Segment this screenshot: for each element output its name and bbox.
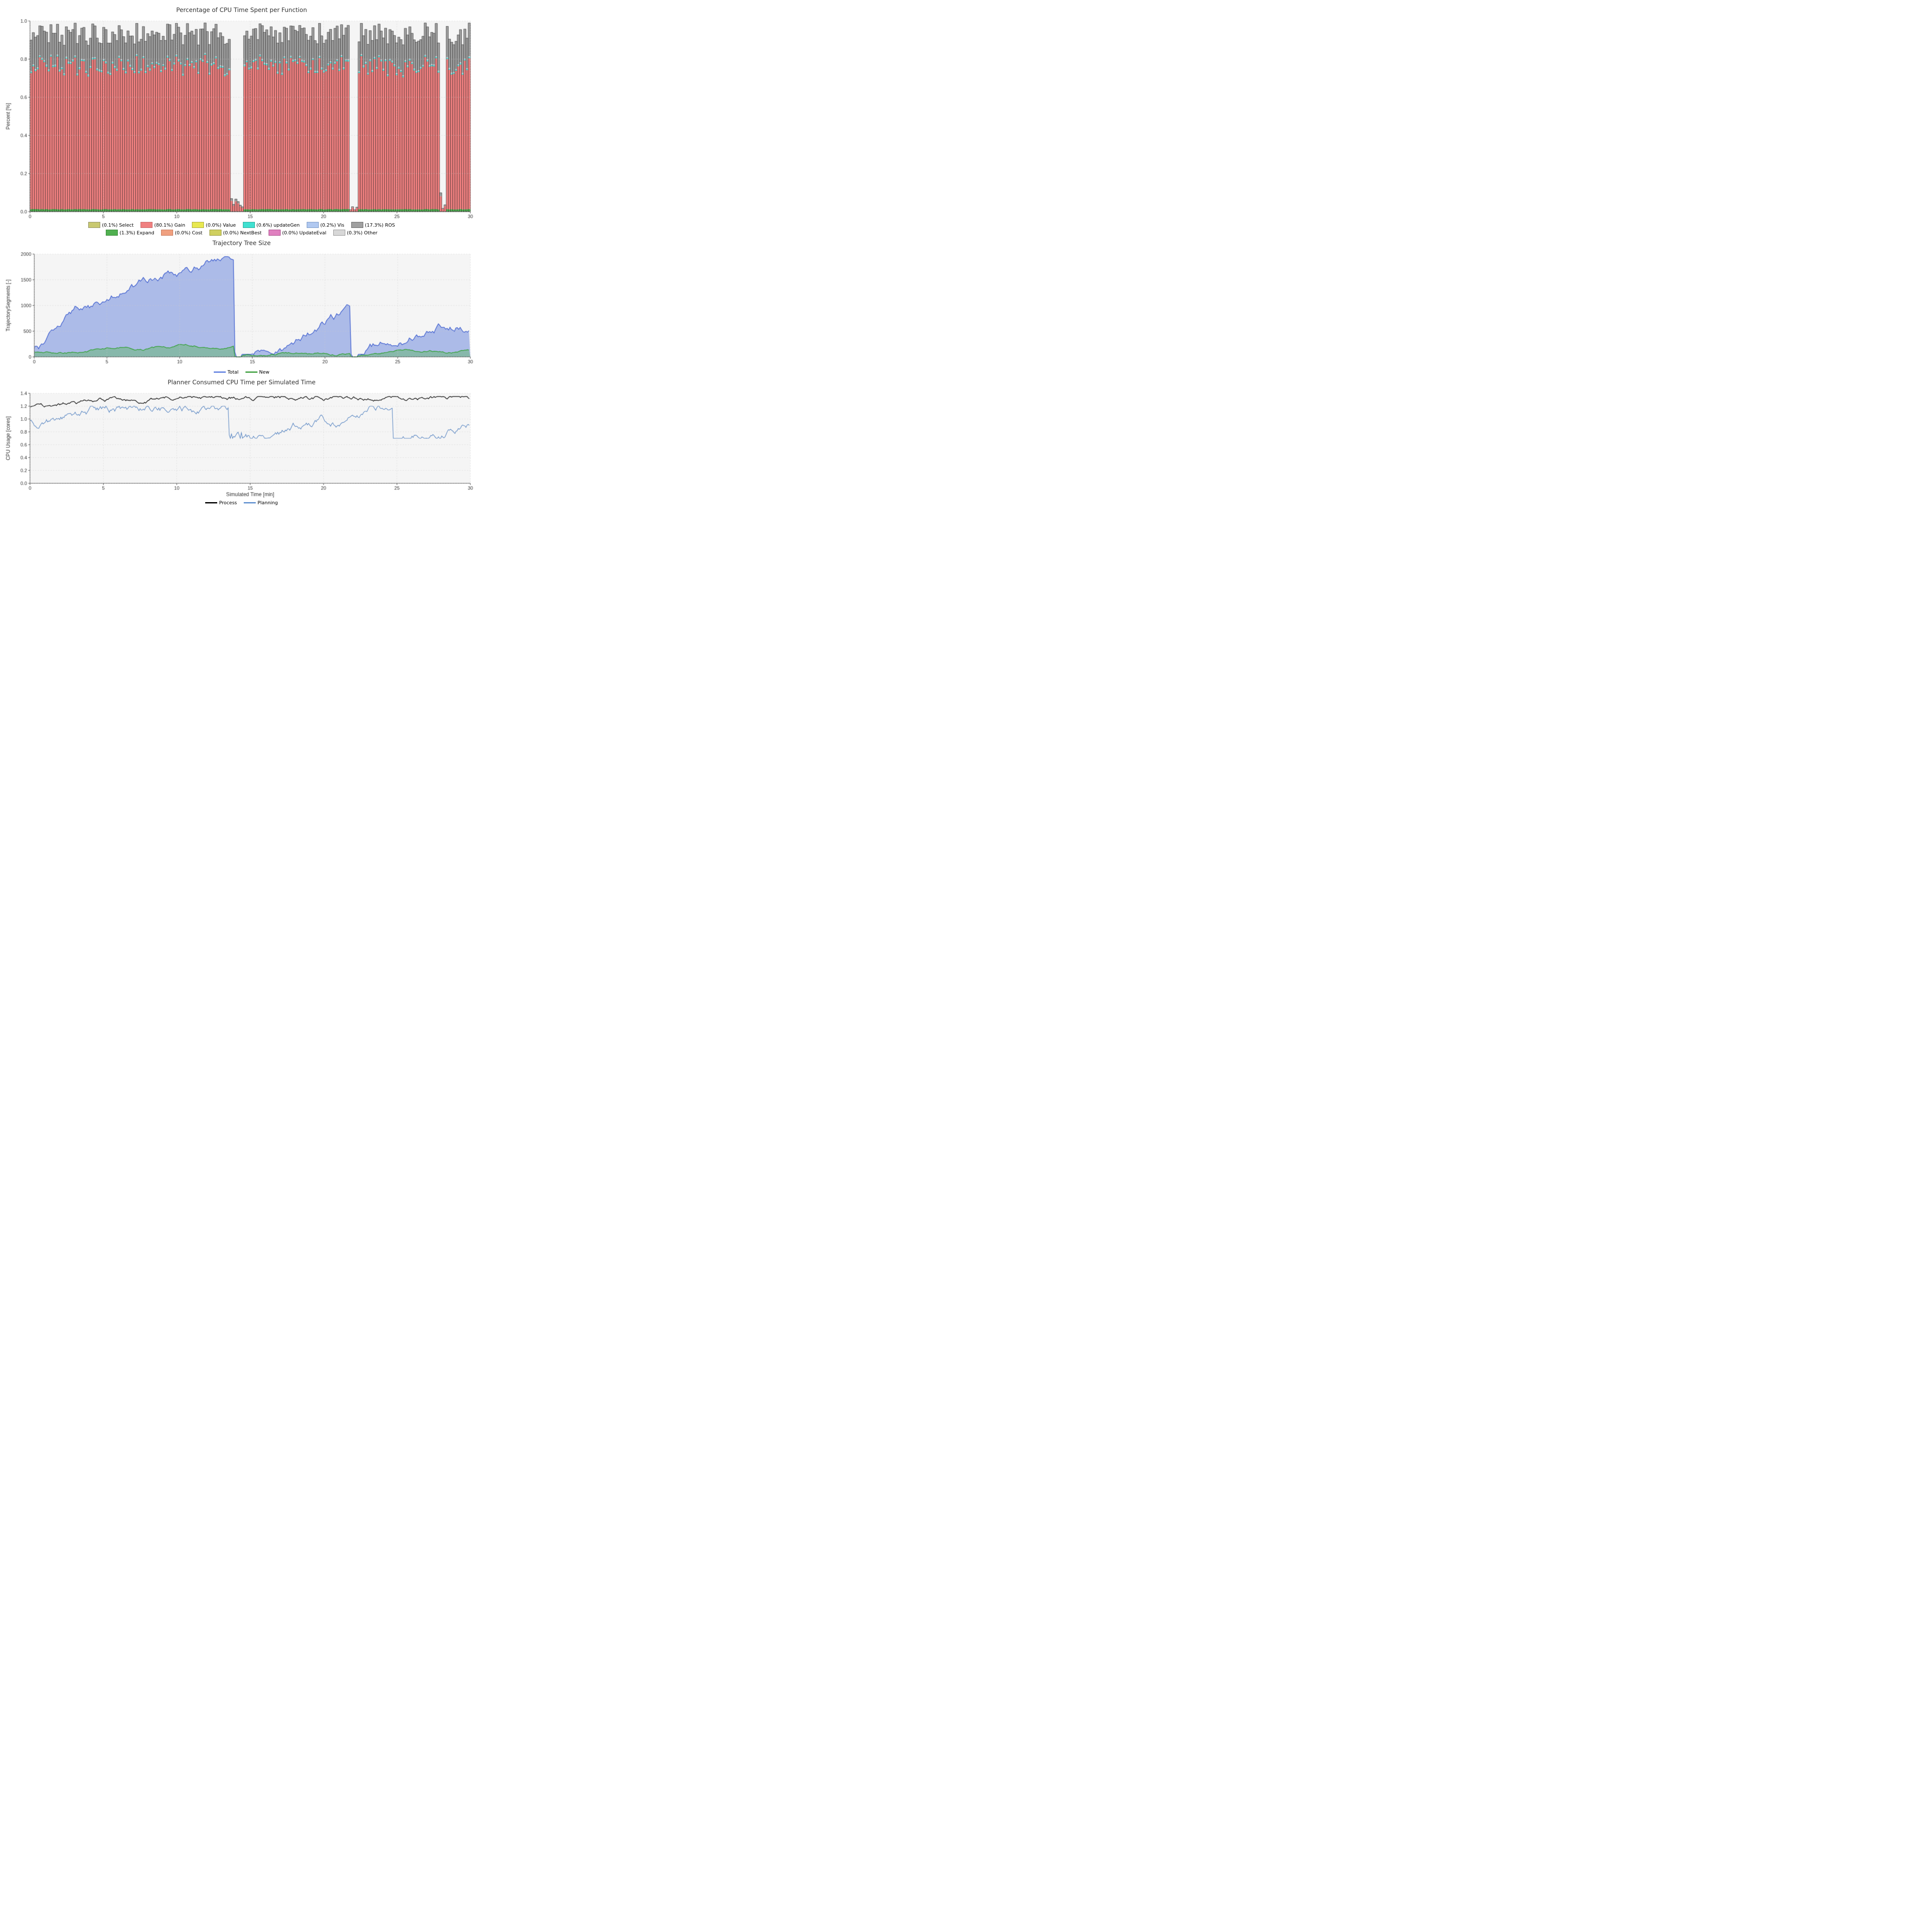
- legend-item: New: [245, 369, 269, 375]
- cpu-usage-chart-wrapper: Planner Consumed CPU Time per Simulated …: [4, 377, 479, 507]
- trajectory-legend: Total New: [4, 368, 479, 377]
- legend-item: (0.3%) Other: [333, 230, 377, 236]
- legend-item: (0.0%) Cost: [161, 230, 202, 236]
- legend-item: Total: [214, 369, 239, 375]
- trajectory-chart-wrapper: Trajectory Tree Size Total New: [4, 237, 479, 377]
- charts-container: Percentage of CPU Time Spent per Functio…: [0, 0, 483, 512]
- legend-item: Planning: [244, 500, 278, 506]
- legend-label: (0.1%) Select: [102, 222, 134, 228]
- legend-item: (1.3%) Expand: [106, 230, 154, 236]
- legend-label: (0.3%) Other: [347, 230, 377, 236]
- legend-label: Process: [219, 500, 237, 506]
- legend-label: New: [259, 369, 269, 375]
- legend-label: (80.1%) Gain: [154, 222, 185, 228]
- legend-item: (0.0%) Value: [192, 222, 236, 228]
- legend-label: (0.0%) Value: [206, 222, 236, 228]
- legend-label: (17.3%) ROS: [365, 222, 395, 228]
- legend-item: (80.1%) Gain: [141, 222, 185, 228]
- trajectory-canvas: [4, 248, 479, 368]
- legend-label: (0.0%) Cost: [175, 230, 202, 236]
- cpu-usage-canvas: [4, 387, 479, 498]
- legend-label: (0.0%) UpdateEval: [282, 230, 326, 236]
- cpu-time-legend: (0.1%) Select (80.1%) Gain (0.0%) Value (0.…: [4, 220, 479, 237]
- legend-item: (0.1%) Select: [88, 222, 134, 228]
- cpu-usage-title: Planner Consumed CPU Time per Simulated …: [4, 377, 479, 387]
- trajectory-title: Trajectory Tree Size: [4, 237, 479, 248]
- legend-label: (0.6%) updateGen: [257, 222, 300, 228]
- legend-item: (0.0%) UpdateEval: [269, 230, 326, 236]
- legend-label: Planning: [257, 500, 278, 506]
- legend-item: (0.6%) updateGen: [243, 222, 300, 228]
- legend-item: (0.0%) NextBest: [209, 230, 262, 236]
- legend-label: (1.3%) Expand: [120, 230, 154, 236]
- legend-label: (0.0%) NextBest: [223, 230, 262, 236]
- cpu-time-canvas: [4, 15, 479, 220]
- legend-label: (0.2%) Vis: [320, 222, 344, 228]
- legend-label: Total: [227, 369, 239, 375]
- cpu-usage-legend: Process Planning: [4, 498, 479, 507]
- cpu-time-title: Percentage of CPU Time Spent per Functio…: [4, 4, 479, 15]
- legend-item: (0.2%) Vis: [307, 222, 344, 228]
- legend-item: Process: [205, 500, 237, 506]
- legend-item: (17.3%) ROS: [351, 222, 395, 228]
- cpu-time-chart-wrapper: Percentage of CPU Time Spent per Functio…: [4, 4, 479, 237]
